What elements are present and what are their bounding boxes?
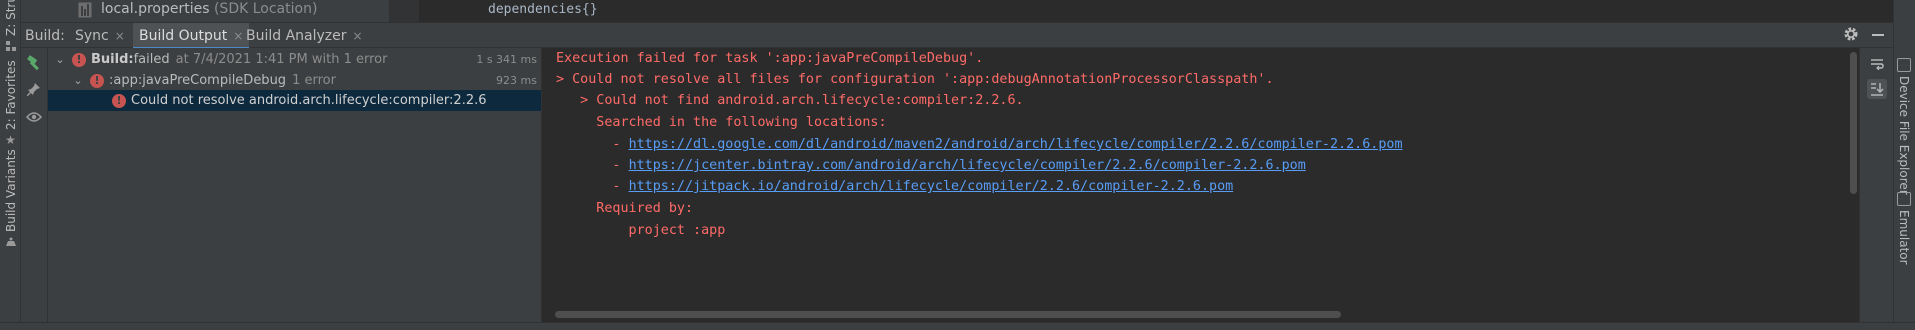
emulator-tab[interactable]: Emulator <box>1893 192 1915 265</box>
pin-icon[interactable] <box>25 80 43 98</box>
hammer-icon[interactable] <box>25 54 43 72</box>
build-status-detail: at 7/4/2021 1:41 PM with 1 error <box>175 52 388 67</box>
favorites-tab-label: 2: Favorites <box>3 60 18 130</box>
horizontal-scrollbar[interactable] <box>555 311 1341 318</box>
tab-build-output-label: Build Output <box>139 28 228 44</box>
console-line: Searched in the following locations: <box>556 115 887 130</box>
structure-tab[interactable]: Z: Structure <box>0 0 21 52</box>
eye-icon[interactable] <box>25 108 43 126</box>
list-bullet: - <box>556 179 629 194</box>
location-link[interactable]: https://jcenter.bintray.com/android/arch… <box>629 158 1306 173</box>
device-icon <box>1897 58 1911 72</box>
star-icon: ★ <box>5 133 16 147</box>
tab-sync[interactable]: Sync × <box>69 23 131 49</box>
status-bar <box>0 322 1915 330</box>
tab-build-output[interactable]: Build Output × <box>133 23 250 50</box>
build-variants-tab[interactable]: Build Variants <box>0 149 21 248</box>
file-hint: (SDK Location) <box>213 1 318 17</box>
console-toolbar <box>1859 48 1893 322</box>
tab-build-analyzer[interactable]: Build Analyzer × <box>240 23 369 49</box>
tree-row-error[interactable]: ! Could not resolve android.arch.lifecyc… <box>48 90 541 111</box>
task-label: :app:javaPreCompileDebug <box>109 73 287 88</box>
build-status-label: Build: <box>91 52 134 67</box>
list-bullet: - <box>556 158 629 173</box>
error-icon: ! <box>112 93 126 108</box>
project-tree-item-local-properties[interactable]: local.properties (SDK Location) <box>101 1 317 17</box>
task-duration: 923 ms <box>496 74 537 87</box>
task-detail: 1 error <box>292 73 336 88</box>
build-console[interactable]: Execution failed for task ':app:javaPreC… <box>543 48 1859 322</box>
properties-file-icon <box>78 2 92 18</box>
project-editor-strip: local.properties (SDK Location) dependen… <box>21 0 1893 22</box>
location-link[interactable]: https://jitpack.io/android/arch/lifecycl… <box>629 179 1234 194</box>
error-icon: ! <box>72 52 86 67</box>
build-window-header: Build: Sync × Build Output × Build Analy… <box>21 22 1893 50</box>
console-line: > Could not find android.arch.lifecycle:… <box>556 93 1024 108</box>
console-line: Execution failed for task ':app:javaPreC… <box>556 51 984 66</box>
chevron-down-icon[interactable]: ⌄ <box>72 74 84 87</box>
editor-area[interactable] <box>419 0 1893 22</box>
tab-sync-label: Sync <box>75 28 109 44</box>
tree-row-build[interactable]: ⌄ ! Build: failed at 7/4/2021 1:41 PM wi… <box>48 49 541 70</box>
console-line: - https://jcenter.bintray.com/android/ar… <box>556 156 1306 176</box>
console-line: project :app <box>556 223 726 238</box>
device-file-explorer-label: Device File Explorer <box>1897 76 1911 195</box>
scroll-to-end-icon[interactable] <box>1867 79 1887 99</box>
structure-tab-label: Z: Structure <box>3 0 18 36</box>
build-side-toolbar <box>21 48 48 322</box>
console-line: > Could not resolve all files for config… <box>556 72 1274 87</box>
close-icon[interactable]: × <box>115 29 125 43</box>
console-line: - https://dl.google.com/dl/android/maven… <box>556 135 1403 155</box>
gear-icon[interactable] <box>1843 26 1859 42</box>
location-link[interactable]: https://dl.google.com/dl/android/maven2/… <box>629 137 1403 152</box>
emulator-icon <box>1897 192 1911 206</box>
console-line: Required by: <box>556 201 694 216</box>
soft-wrap-icon[interactable] <box>1867 54 1887 74</box>
file-name: local.properties <box>101 1 210 17</box>
left-tool-strip: Z: Structure 2: Favorites ★ Build Varian… <box>0 0 21 322</box>
device-file-explorer-tab[interactable]: Device File Explorer <box>1893 58 1915 195</box>
emulator-label: Emulator <box>1897 210 1911 265</box>
tab-build-analyzer-label: Build Analyzer <box>246 28 347 44</box>
tree-row-task[interactable]: ⌄ ! :app:javaPreCompileDebug 1 error 923… <box>48 70 541 91</box>
editor-code-line: dependencies{} <box>488 2 598 17</box>
minimize-icon[interactable] <box>1872 34 1884 36</box>
error-icon: ! <box>90 73 104 88</box>
build-window-title: Build: <box>25 28 65 44</box>
build-duration: 1 s 341 ms <box>476 53 537 66</box>
build-tree: ⌄ ! Build: failed at 7/4/2021 1:41 PM wi… <box>48 48 542 322</box>
error-label: Could not resolve android.arch.lifecycle… <box>131 93 487 108</box>
vertical-scrollbar[interactable] <box>1850 52 1857 194</box>
build-window-body: ⌄ ! Build: failed at 7/4/2021 1:41 PM wi… <box>21 48 1893 322</box>
build-variants-tab-label: Build Variants <box>3 149 18 232</box>
close-icon[interactable]: × <box>353 29 363 43</box>
favorites-tab[interactable]: 2: Favorites ★ <box>0 60 21 147</box>
structure-icon <box>5 40 17 52</box>
editor-gutter <box>389 0 419 22</box>
right-tool-strip: Device File Explorer Emulator <box>1893 0 1915 322</box>
chevron-down-icon[interactable]: ⌄ <box>54 53 66 66</box>
build-variants-icon <box>5 236 17 248</box>
console-line: - https://jitpack.io/android/arch/lifecy… <box>556 177 1233 197</box>
list-bullet: - <box>556 137 629 152</box>
build-status-value: failed <box>133 52 170 67</box>
